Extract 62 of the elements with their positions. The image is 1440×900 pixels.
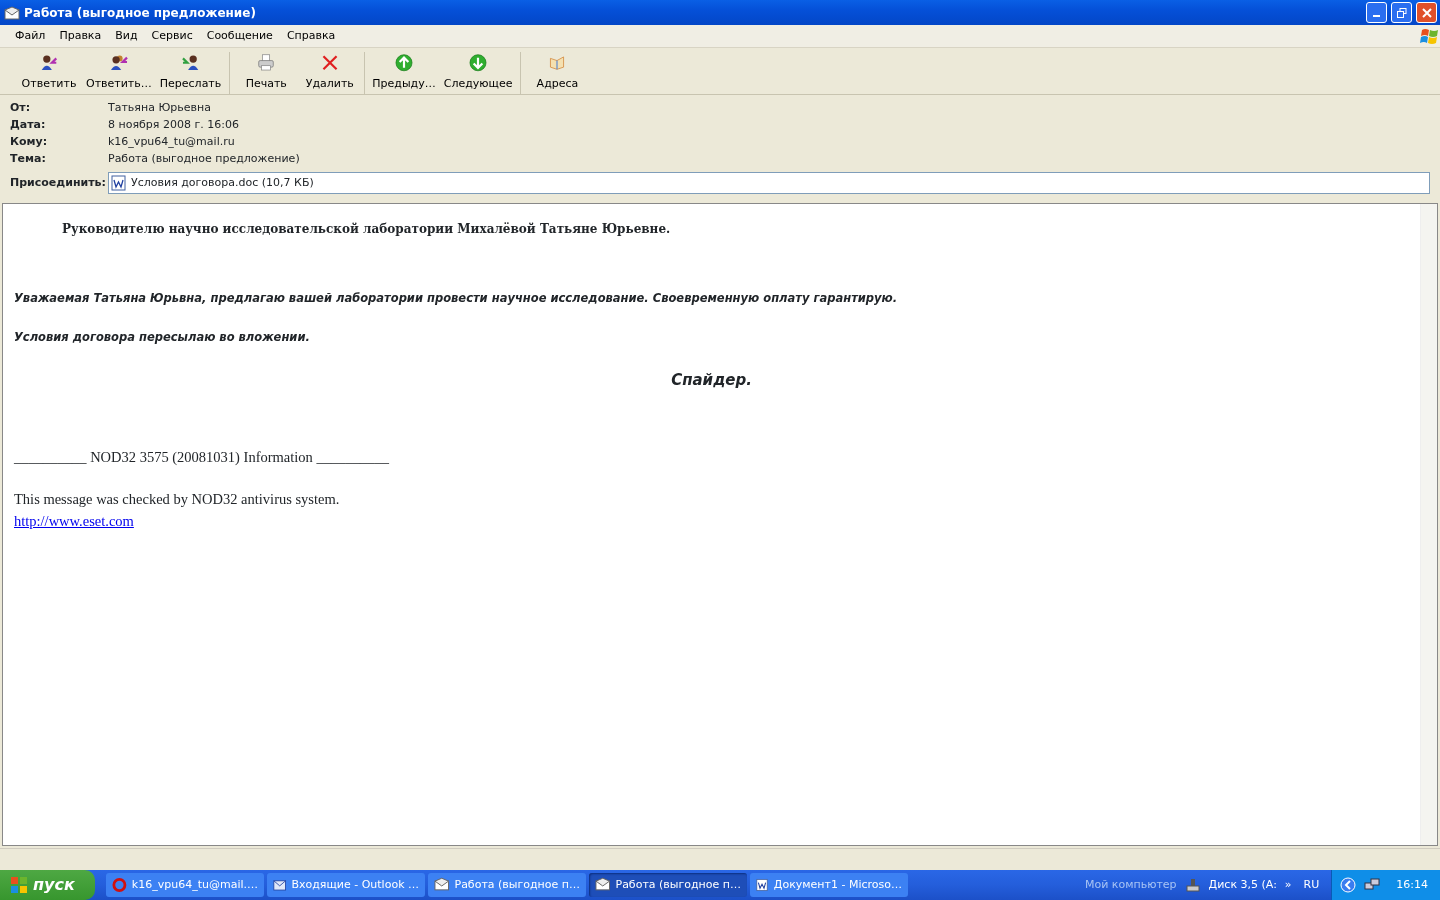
- menu-item[interactable]: Вид: [108, 27, 145, 45]
- taskbar-button[interactable]: k16_vpu64_tu@mail.…: [106, 873, 264, 897]
- drive-label[interactable]: Диск 3,5 (A:: [1208, 876, 1277, 894]
- toolbar-button[interactable]: Предыду…: [368, 52, 440, 94]
- antivirus-notice: This message was checked by NOD32 antivirus system.: [14, 489, 341, 509]
- taskbar-button[interactable]: Работа (выгодное п…: [428, 873, 586, 897]
- attachment-name[interactable]: Условия договора.doc (10,7 КБ): [131, 174, 314, 192]
- toolbar-button[interactable]: Адреса: [524, 52, 591, 94]
- toolbar-button[interactable]: Ответить…: [82, 52, 156, 94]
- taskbar-button[interactable]: Работа (выгодное п…: [589, 873, 747, 897]
- opera-icon: [112, 877, 127, 893]
- restore-icon: [1396, 7, 1407, 18]
- drive-icon: [1184, 877, 1201, 893]
- field-value: k16_vpu64_tu@mail.ru: [108, 134, 235, 150]
- envelope-icon: [434, 877, 450, 893]
- menu-item[interactable]: Сообщение: [199, 27, 280, 45]
- toolbar-button[interactable]: Удалить: [299, 52, 366, 94]
- toolbar-label: Мой компьютер: [1084, 876, 1177, 893]
- field-value: Работа (выгодное предложение): [108, 151, 300, 167]
- minimize-button[interactable]: [1366, 2, 1387, 23]
- field-value: 8 ноября 2008 г. 16:06: [108, 117, 239, 133]
- close-button[interactable]: [1416, 2, 1437, 23]
- taskbar-button[interactable]: Документ1 - Microso…: [750, 873, 908, 897]
- minimize-icon: [1373, 15, 1380, 17]
- windows-logo: [10, 876, 28, 894]
- window-title: Работа (выгодное предложение): [24, 4, 257, 22]
- field-label: Присоединить:: [10, 174, 107, 191]
- language-indicator[interactable]: RU: [1299, 876, 1324, 894]
- field-label: Дата:: [10, 117, 47, 133]
- chevron-button[interactable]: »: [1284, 876, 1292, 894]
- message-paragraph: Условия договора пересылаю во вложении.: [14, 329, 311, 347]
- outlook-icon: [273, 877, 287, 893]
- taskbar-button[interactable]: Входящие - Outlook …: [267, 873, 425, 897]
- menu-item[interactable]: Сервис: [144, 27, 200, 45]
- link[interactable]: http://www.eset.com: [14, 512, 134, 529]
- document-icon: [111, 175, 127, 191]
- field-value: Татьяна Юрьевна: [108, 100, 211, 116]
- addressee-line: Руководителю научно исследовательской лаборатории Михалёвой Татьяне Юрьевне.: [61, 221, 672, 238]
- envelope-icon: [595, 877, 611, 893]
- antivirus-notice: __________ NOD32 3575 (20081031) Information __________: [14, 448, 390, 467]
- scrollbar[interactable]: [1420, 204, 1437, 845]
- field-label: От:: [10, 100, 32, 116]
- menu-item[interactable]: Справка: [279, 27, 343, 45]
- document-icon: [756, 877, 769, 893]
- field-label: Кому:: [10, 134, 49, 150]
- attachment-field[interactable]: Условия договора.doc (10,7 КБ): [108, 172, 1430, 194]
- clock: 16:14: [1396, 876, 1428, 893]
- message-paragraph: Уважаемая Татьяна Юрьвна, предлагаю вашей лаборатории провести научное исследование. Своевременную оплату гарантирую.: [14, 290, 899, 307]
- menu-item[interactable]: Файл: [8, 27, 53, 45]
- toolbar-button[interactable]: Ответить: [16, 52, 82, 94]
- toolbar-button[interactable]: Переслать: [155, 52, 231, 94]
- toolbar-button[interactable]: Печать: [233, 52, 300, 94]
- expand-icon: [1340, 877, 1357, 893]
- menu-item[interactable]: Правка: [52, 27, 109, 45]
- windows-logo: [1420, 26, 1440, 46]
- restore-button[interactable]: [1391, 2, 1412, 23]
- signature: Спайдер.: [670, 369, 753, 391]
- toolbar-button[interactable]: Следующее: [439, 52, 522, 94]
- close-icon: [1421, 7, 1432, 18]
- envelope-icon: [4, 5, 20, 20]
- network-icon: [1364, 877, 1381, 893]
- field-label: Тема:: [10, 151, 47, 167]
